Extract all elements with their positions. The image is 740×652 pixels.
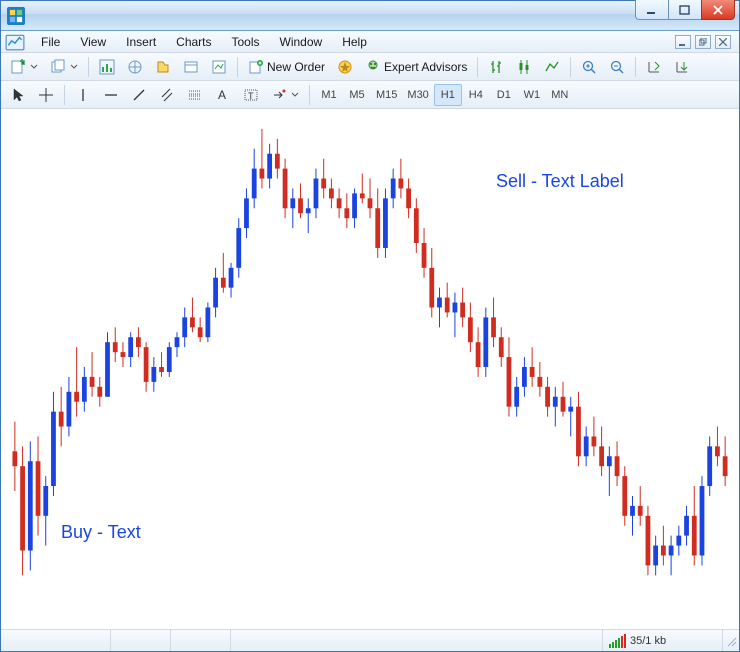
timeframe-m15-button[interactable]: M15 <box>371 84 402 106</box>
mdi-close-button[interactable] <box>715 35 731 49</box>
chart-shift-button[interactable] <box>669 56 695 78</box>
new-chart-button[interactable] <box>5 56 43 78</box>
new-order-button[interactable]: New Order <box>243 56 330 78</box>
text-button[interactable]: A <box>210 84 236 106</box>
candlestick-chart[interactable] <box>1 109 739 629</box>
chart-area[interactable]: Sell - Text Label Buy - Text <box>1 109 739 629</box>
traffic-label: 35/1 kb <box>630 635 666 647</box>
status-cell-1 <box>1 630 111 651</box>
menu-view[interactable]: View <box>70 33 116 51</box>
close-button[interactable] <box>701 0 735 20</box>
minimize-button[interactable] <box>635 0 669 20</box>
timeframe-mn-button[interactable]: MN <box>546 84 574 106</box>
new-order-label: New Order <box>267 60 325 74</box>
menu-app-icon <box>5 33 25 51</box>
chevron-down-icon <box>30 59 38 75</box>
bar-chart-button[interactable] <box>483 56 509 78</box>
timeframe-h4-button[interactable]: H4 <box>462 84 490 106</box>
window-controls <box>635 1 739 30</box>
zoom-in-button[interactable] <box>576 56 602 78</box>
svg-text:T: T <box>248 91 254 101</box>
menubar: File View Insert Charts Tools Window Hel… <box>1 31 739 53</box>
horizontal-line-button[interactable] <box>98 84 124 106</box>
timeframe-m5-button[interactable]: M5 <box>343 84 371 106</box>
menu-charts[interactable]: Charts <box>166 33 221 51</box>
mdi-minimize-button[interactable] <box>675 35 691 49</box>
timeframe-group: M1M5M15M30H1H4D1W1MN <box>315 84 574 106</box>
fibonacci-button[interactable] <box>182 84 208 106</box>
data-window-button[interactable] <box>150 56 176 78</box>
timeframe-d1-button[interactable]: D1 <box>490 84 518 106</box>
crosshair-button[interactable] <box>33 84 59 106</box>
maximize-button[interactable] <box>668 0 702 20</box>
menu-window[interactable]: Window <box>270 33 333 51</box>
strategy-tester-button[interactable] <box>206 56 232 78</box>
menu-tools[interactable]: Tools <box>222 33 270 51</box>
titlebar[interactable] <box>1 1 739 31</box>
navigator-button[interactable] <box>122 56 148 78</box>
chevron-down-icon <box>291 87 299 103</box>
arrows-button[interactable] <box>266 84 304 106</box>
zoom-out-button[interactable] <box>604 56 630 78</box>
trendline-button[interactable] <box>126 84 152 106</box>
cursor-button[interactable] <box>5 84 31 106</box>
equidistant-channel-button[interactable] <box>154 84 180 106</box>
timeframe-m1-button[interactable]: M1 <box>315 84 343 106</box>
statusbar: 35/1 kb <box>1 629 739 651</box>
vertical-line-button[interactable] <box>70 84 96 106</box>
connection-status[interactable]: 35/1 kb <box>603 630 723 651</box>
line-chart-button[interactable] <box>539 56 565 78</box>
status-cell-3 <box>171 630 231 651</box>
timeframe-m30-button[interactable]: M30 <box>402 84 433 106</box>
mdi-controls <box>675 35 735 49</box>
toolbar-drawing: A T M1M5M15M30H1H4D1W1MN <box>1 81 739 109</box>
menu-help[interactable]: Help <box>332 33 377 51</box>
resize-grip[interactable] <box>723 633 739 649</box>
timeframe-h1-button[interactable]: H1 <box>434 84 462 106</box>
expert-advisors-label: Expert Advisors <box>384 60 467 74</box>
status-cell-2 <box>111 630 171 651</box>
mdi-restore-button[interactable] <box>695 35 711 49</box>
chevron-down-icon <box>70 59 78 75</box>
candlestick-chart-button[interactable] <box>511 56 537 78</box>
terminal-button[interactable] <box>178 56 204 78</box>
expert-advisors-button[interactable]: Expert Advisors <box>360 56 472 78</box>
app-window: File View Insert Charts Tools Window Hel… <box>0 0 740 652</box>
timeframe-w1-button[interactable]: W1 <box>518 84 546 106</box>
menu-insert[interactable]: Insert <box>116 33 166 51</box>
svg-text:A: A <box>218 88 226 102</box>
menu-file[interactable]: File <box>31 33 70 51</box>
signal-bars-icon <box>609 634 630 648</box>
app-icon <box>7 7 25 25</box>
profiles-button[interactable] <box>45 56 83 78</box>
autotrading-button[interactable] <box>332 56 358 78</box>
market-watch-button[interactable] <box>94 56 120 78</box>
text-label-button[interactable]: T <box>238 84 264 106</box>
auto-scroll-button[interactable] <box>641 56 667 78</box>
toolbar-main: New Order Expert Advisors <box>1 53 739 81</box>
